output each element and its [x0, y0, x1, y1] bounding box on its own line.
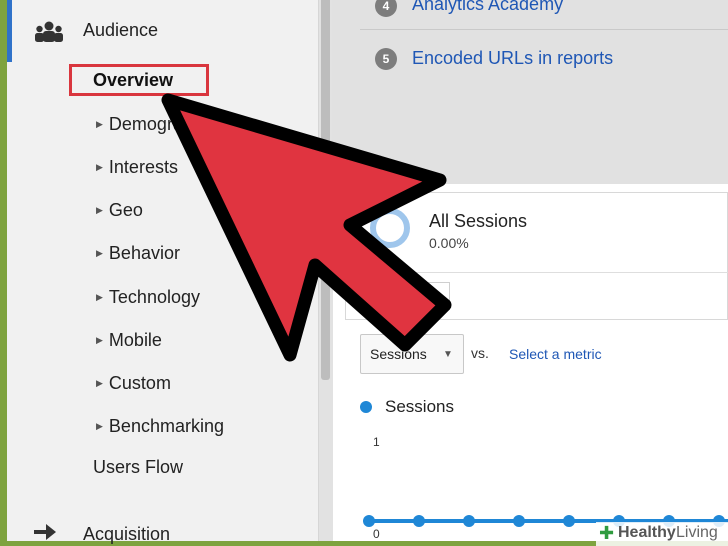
- health-cross-icon: ✚: [599, 523, 615, 543]
- sidebar-item-label: Behavior: [108, 243, 180, 263]
- segment-card-divider: [345, 272, 728, 273]
- expand-triangle-icon: ▶: [96, 119, 103, 129]
- add-segment-box[interactable]: [422, 282, 450, 310]
- sidebar-item-mobile[interactable]: ▶ Mobile: [96, 330, 162, 351]
- sessions-data-point[interactable]: [513, 515, 525, 527]
- help-divider: [360, 29, 728, 30]
- expand-triangle-icon: ▶: [96, 378, 103, 388]
- help-link-analytics-academy[interactable]: Analytics Academy: [412, 0, 563, 15]
- vs-label: vs.: [471, 345, 489, 361]
- sidebar-scrollbar-thumb[interactable]: [321, 0, 330, 380]
- sidebar-item-geo[interactable]: ▶ Geo: [96, 200, 143, 221]
- watermark-word-1: Healthy: [618, 524, 676, 541]
- series-legend-dot: [360, 401, 372, 413]
- sidebar-active-indicator: [7, 0, 12, 62]
- sessions-data-point[interactable]: [563, 515, 575, 527]
- sessions-data-point[interactable]: [363, 515, 375, 527]
- sidebar-item-label: Custom: [108, 373, 171, 393]
- sidebar-item-technology[interactable]: ▶ Technology: [96, 287, 200, 308]
- series-legend-label: Sessions: [385, 397, 454, 416]
- audience-people-icon: [34, 20, 64, 49]
- sidebar-item-demographics[interactable]: ▶ Demographics: [96, 114, 225, 135]
- segment-title[interactable]: All Sessions: [429, 211, 527, 232]
- sidebar-item-label: Benchmarking: [108, 416, 224, 436]
- sidebar-item-label: Technology: [108, 287, 200, 307]
- sessions-data-point[interactable]: [413, 515, 425, 527]
- segment-card: [345, 192, 728, 320]
- sidebar-item-label: Demographics: [108, 114, 225, 134]
- select-metric-link[interactable]: Select a metric: [509, 346, 602, 362]
- expand-triangle-icon: ▶: [96, 248, 103, 258]
- sidebar-item-custom[interactable]: ▶ Custom: [96, 373, 171, 394]
- sidebar-item-label: Interests: [108, 157, 178, 177]
- frame-left-border: [0, 0, 7, 546]
- sidebar-item-acquisition[interactable]: Acquisition: [83, 524, 170, 545]
- sidebar-item-label: Geo: [108, 200, 143, 220]
- expand-triangle-icon: ▶: [96, 162, 103, 172]
- segment-percentage: 0.00%: [429, 235, 469, 251]
- help-link-encoded-urls[interactable]: Encoded URLs in reports: [412, 48, 613, 69]
- watermark-word-2: Living: [676, 524, 718, 541]
- expand-triangle-icon: ▶: [96, 292, 103, 302]
- metric-dropdown-value: Sessions: [370, 346, 427, 362]
- sidebar-item-interests[interactable]: ▶ Interests: [96, 157, 178, 178]
- step-number-badge: 5: [375, 48, 397, 70]
- expand-triangle-icon: ▶: [96, 205, 103, 215]
- sidebar-item-users-flow[interactable]: Users Flow: [93, 457, 183, 478]
- chevron-down-icon: ▼: [443, 349, 453, 360]
- y-axis-max-label: 1: [373, 435, 380, 449]
- sidebar-item-benchmarking[interactable]: ▶ Benchmarking: [96, 416, 224, 437]
- help-panel: [332, 0, 728, 184]
- acquisition-arrow-icon: [34, 523, 58, 546]
- sidebar-item-label: Mobile: [108, 330, 162, 350]
- sidebar-item-behavior[interactable]: ▶ Behavior: [96, 243, 180, 264]
- segment-ring-icon: [370, 208, 410, 248]
- sessions-data-point[interactable]: [463, 515, 475, 527]
- expand-triangle-icon: ▶: [96, 335, 103, 345]
- sidebar-item-audience[interactable]: Audience: [83, 20, 158, 41]
- sidebar-item-overview[interactable]: Overview: [93, 70, 173, 91]
- expand-triangle-icon: ▶: [96, 421, 103, 431]
